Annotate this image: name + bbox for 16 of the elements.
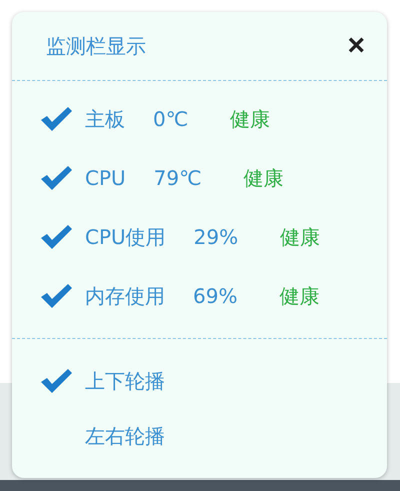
metric-value: 0℃ xyxy=(153,107,188,131)
status-text: 健康 xyxy=(280,224,320,250)
metric-value: 29% xyxy=(194,225,238,249)
metric-label[interactable]: 主板 xyxy=(85,106,125,132)
metric-label[interactable]: CPU使用 xyxy=(85,224,166,250)
metric-value: 69% xyxy=(193,284,238,308)
close-button[interactable]: × xyxy=(347,31,365,61)
metric-label[interactable]: 内存使用 xyxy=(85,282,165,310)
status-text: 健康 xyxy=(230,106,270,132)
status-text: 健康 xyxy=(244,164,284,192)
status-text: 健康 xyxy=(279,282,320,310)
metric-label[interactable]: CPU xyxy=(85,166,126,190)
metric-value: 79℃ xyxy=(154,166,202,190)
menu-option[interactable]: 上下轮播 xyxy=(85,368,165,394)
menu-option[interactable]: 左右轮播 xyxy=(85,422,165,450)
panel-title: 监测栏显示 xyxy=(46,32,146,60)
